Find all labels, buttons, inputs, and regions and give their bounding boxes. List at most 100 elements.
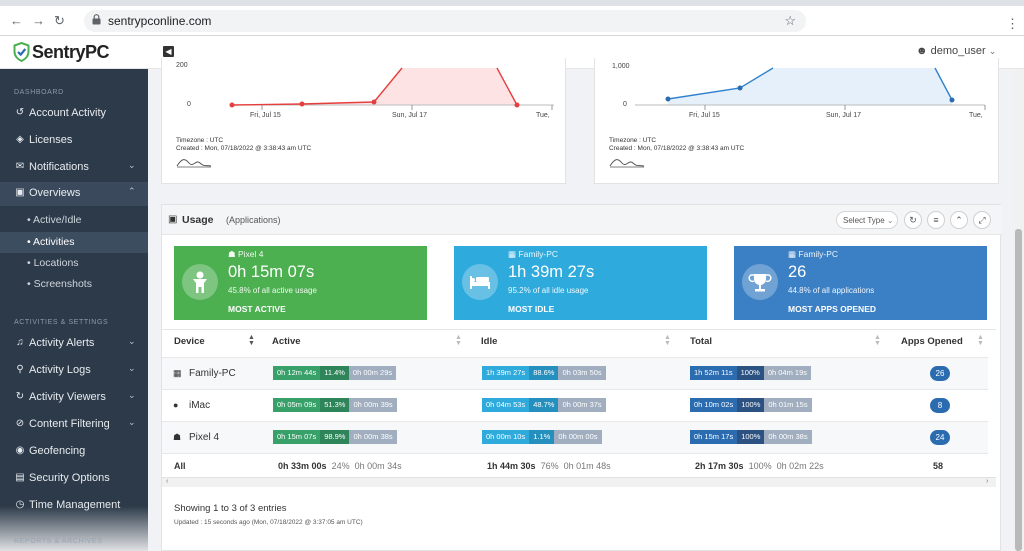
- sort-asc-icon[interactable]: ▲ ▼: [248, 334, 255, 347]
- history-icon: ↺: [15, 107, 25, 118]
- user-menu[interactable]: ☻ demo_user ⌄: [916, 45, 996, 57]
- chevron-up-icon: ⌃: [955, 215, 963, 225]
- bookmark-star-icon[interactable]: ☆: [784, 13, 796, 29]
- tile-percent: 45.8% of all active usage: [228, 286, 317, 295]
- total-avg: 0h 04m 19s: [763, 366, 812, 380]
- total-time: 0h 10m 02s: [690, 398, 738, 412]
- calendar-icon: ▣: [15, 187, 25, 198]
- address-bar[interactable]: sentrypconline.com ☆: [84, 10, 806, 32]
- sidebar-subitem-screenshots[interactable]: • Screenshots: [0, 274, 148, 295]
- active-time: 0h 05m 09s: [273, 398, 321, 412]
- menu-button[interactable]: ≡: [927, 211, 945, 229]
- chevron-down-icon: ⌄: [128, 363, 136, 373]
- expand-button[interactable]: ⤢: [973, 211, 991, 229]
- collapse-button[interactable]: ⌃: [950, 211, 968, 229]
- refresh-button[interactable]: ↻: [904, 211, 922, 229]
- chevron-up-icon: ⌃: [128, 186, 136, 196]
- chart-meta-right: Timezone : UTC Created : Mon, 07/18/2022…: [609, 137, 744, 153]
- totals-apps: 58: [933, 461, 944, 471]
- select-type-label: Select Type: [843, 216, 885, 225]
- x-tick-label: Tue,: [536, 112, 550, 119]
- timezone-text: Timezone : UTC: [176, 137, 224, 144]
- column-header-device[interactable]: Device: [174, 336, 205, 347]
- totals-active-time: 0h 33m 00s: [278, 461, 327, 471]
- sidebar-subitem-active-idle[interactable]: • Active/Idle: [0, 210, 148, 231]
- column-header-idle[interactable]: Idle: [481, 336, 497, 347]
- device-name: Family-PC: [189, 368, 236, 379]
- x-tick-label: Fri, Jul 15: [689, 112, 720, 119]
- sort-icon[interactable]: ▲ ▼: [874, 334, 881, 347]
- sidebar-item-content-filtering[interactable]: ⊘ Content Filtering ⌄: [0, 413, 148, 437]
- sort-icon[interactable]: ▲ ▼: [977, 334, 984, 347]
- sidebar-item-overviews[interactable]: ▣ Overviews ⌃: [0, 182, 148, 206]
- active-bar: 0h 12m 44s 11.4% 0h 00m 29s: [273, 366, 397, 380]
- table-row[interactable]: ● iMac 0h 05m 09s 51.3% 0h 00m 39s 0h 04m …: [162, 389, 988, 421]
- sidebar-item-activity-alerts[interactable]: ♫ Activity Alerts ⌄: [0, 332, 148, 356]
- person-icon: [193, 271, 207, 293]
- windows-icon: ▦: [788, 249, 797, 259]
- table-horizontal-scrollbar[interactable]: ‹ ›: [162, 477, 996, 487]
- pagination-info: Showing 1 to 3 of 3 entries: [174, 503, 287, 514]
- back-icon[interactable]: ←: [10, 14, 23, 28]
- sidebar-item-label: Activity Viewers: [29, 391, 106, 403]
- sidebar-subitem-locations[interactable]: • Locations: [0, 253, 148, 274]
- subitem-label: • Locations: [27, 257, 79, 269]
- scroll-left-icon[interactable]: ‹: [166, 478, 168, 485]
- sort-icon[interactable]: ▲ ▼: [664, 334, 671, 347]
- table-row[interactable]: ☗ Pixel 4 0h 15m 07s 98.9% 0h 00m 38s 0h 0…: [162, 421, 988, 453]
- x-tick-label: Sun, Jul 17: [826, 112, 862, 119]
- shield-logo-icon: [13, 42, 30, 62]
- apps-count-badge[interactable]: 8: [930, 398, 950, 413]
- sidebar-item-geofencing[interactable]: ◉ Geofencing: [0, 440, 148, 464]
- chevron-down-icon: ⌄: [884, 216, 894, 225]
- sidebar-item-security-options[interactable]: ▤ Security Options: [0, 467, 148, 491]
- totals-active-percent: 24%: [331, 461, 350, 471]
- apps-count-badge[interactable]: 24: [930, 430, 950, 445]
- usage-header: ▣ Usage (Applications) Select Type ⌄ ↻ ≡…: [162, 205, 1002, 235]
- apps-count-badge[interactable]: 26: [930, 366, 950, 381]
- sidebar-item-activity-viewers[interactable]: ↻ Activity Viewers ⌄: [0, 386, 148, 410]
- column-header-active[interactable]: Active: [272, 336, 301, 347]
- column-header-total[interactable]: Total: [690, 336, 712, 347]
- sidebar-subitem-activities[interactable]: • Activities: [0, 232, 148, 253]
- column-header-apps-opened[interactable]: Apps Opened: [901, 336, 963, 347]
- totals-label: All: [174, 461, 186, 471]
- sidebar-item-label: Licenses: [29, 134, 73, 146]
- sort-icon[interactable]: ▲ ▼: [455, 334, 462, 347]
- tag-icon: ◈: [16, 134, 24, 145]
- browser-menu-icon[interactable]: ⋮: [1006, 16, 1019, 32]
- tile-device: ▦ Family-PC: [508, 249, 558, 260]
- forward-icon[interactable]: →: [32, 14, 45, 28]
- total-percent: 100%: [737, 430, 765, 444]
- page-scrollbar[interactable]: [1013, 69, 1024, 551]
- sidebar-item-activity-logs[interactable]: ⚲ Activity Logs ⌄: [0, 359, 148, 383]
- trophy-icon: [748, 274, 772, 292]
- page-scrollbar-thumb[interactable]: [1015, 229, 1022, 551]
- active-avg: 0h 00m 29s: [348, 366, 397, 380]
- total-bar: 0h 15m 17s 100% 0h 00m 38s: [690, 430, 812, 444]
- sidebar-item-label: Notifications: [29, 161, 89, 173]
- sidebar-item-notifications[interactable]: ✉ Notifications ⌄: [0, 156, 148, 180]
- chart-area-fill-right: [668, 68, 952, 105]
- device-name: Pixel 4: [189, 432, 220, 443]
- x-tick-label: Fri, Jul 15: [250, 112, 281, 119]
- idle-percent: 88.6%: [529, 366, 559, 380]
- collapse-sidebar-icon[interactable]: ◀: [163, 46, 174, 57]
- sidebar-item-label: Activity Alerts: [29, 337, 95, 349]
- active-percent: 51.3%: [320, 398, 350, 412]
- table-row[interactable]: ▦ Family-PC 0h 12m 44s 11.4% 0h 00m 29s 1h…: [162, 357, 988, 389]
- sidebar-item-licenses[interactable]: ◈ Licenses: [0, 129, 148, 153]
- tile-most-active: ☗ Pixel 4 0h 15m 07s 45.8% of all active…: [174, 246, 427, 320]
- tile-device-label: Family-PC: [798, 249, 839, 259]
- tile-device: ▦ Family-PC: [788, 249, 838, 260]
- totals-total-avg: 0h 02m 22s: [776, 461, 824, 471]
- sidebar-item-account-activity[interactable]: ↺ Account Activity: [0, 102, 148, 126]
- windows-icon: ▦: [508, 249, 517, 259]
- logo[interactable]: SentryPC: [0, 36, 148, 69]
- idle-bar: 0h 04m 53s 48.7% 0h 00m 37s: [482, 398, 606, 412]
- select-type-dropdown[interactable]: Select Type ⌄: [836, 211, 898, 229]
- sidebar: SentryPC DASHBOARD ↺ Account Activity ◈ Li…: [0, 36, 148, 551]
- y-tick-label: 1,000: [612, 63, 630, 70]
- scroll-right-icon[interactable]: ›: [986, 478, 988, 485]
- reload-icon[interactable]: ↻: [54, 14, 65, 28]
